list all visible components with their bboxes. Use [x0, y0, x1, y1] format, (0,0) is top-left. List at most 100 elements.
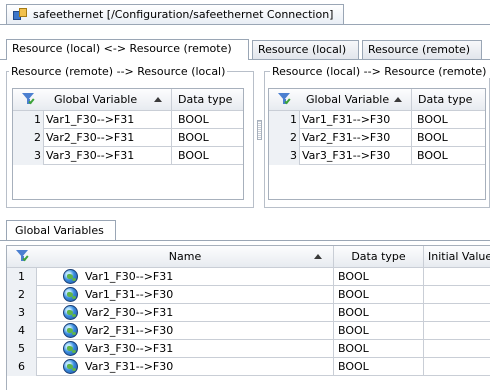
column-header-label: Data type: [178, 93, 233, 106]
row-number: 1: [269, 111, 300, 129]
table-header: Global Variable Data type: [269, 89, 485, 111]
row-initial-value: [423, 340, 490, 358]
row-variable: Var2_F30-->F31: [46, 131, 135, 144]
row-data-type: BOOL: [411, 129, 487, 147]
row-variable: Var3_F31-->F30: [302, 149, 391, 162]
local-to-remote-table: Global Variable Data type 1 Var1_F31-->F…: [268, 88, 486, 200]
row-number: 2: [13, 129, 44, 147]
global-variable-globe-icon: [63, 323, 78, 338]
row-data-type: BOOL: [171, 147, 245, 165]
table-row[interactable]: 2 Var2_F31-->F30 BOOL: [269, 129, 485, 147]
row-name: Var3_F30-->F31: [85, 342, 174, 355]
table-row[interactable]: 4 Var2_F31-->F30 BOOL: [7, 322, 490, 340]
row-variable: Var1_F31-->F30: [302, 113, 391, 126]
tab-resource-remote[interactable]: Resource (remote): [362, 40, 482, 59]
row-number: 2: [269, 129, 300, 147]
column-header-label: Name: [168, 250, 202, 263]
column-header-label: Initial Value: [428, 250, 490, 263]
network-connection-icon: [13, 7, 28, 22]
table-row[interactable]: 2 Var2_F30-->F31 BOOL: [13, 129, 243, 147]
row-name: Var2_F30-->F31: [85, 306, 174, 319]
global-variable-globe-icon: [63, 359, 78, 374]
row-number: 5: [7, 340, 37, 358]
table-row[interactable]: 3 Var3_F31-->F30 BOOL: [269, 147, 485, 165]
sort-ascending-icon[interactable]: [314, 254, 322, 259]
row-initial-value: [423, 286, 490, 304]
row-name: Var1_F30-->F31: [85, 270, 174, 283]
column-header-data-type[interactable]: Data type: [411, 89, 487, 111]
column-header-label: Data type: [418, 93, 473, 106]
filter-funnel-icon[interactable]: [22, 93, 36, 106]
row-number: 1: [13, 111, 44, 129]
row-data-type: BOOL: [333, 358, 423, 376]
row-data-type: BOOL: [171, 111, 245, 129]
row-initial-value: [423, 322, 490, 340]
row-data-type: BOOL: [333, 340, 423, 358]
row-data-type: BOOL: [411, 111, 487, 129]
group-splitter-handle[interactable]: [257, 120, 262, 140]
global-variable-globe-icon: [63, 287, 78, 302]
local-to-remote-group-title: Resource (local) --> Resource (remote): [270, 65, 490, 78]
remote-to-local-table: Global Variable Data type 1 Var1_F30-->F…: [12, 88, 244, 200]
table-row[interactable]: 6 Var3_F31-->F30 BOOL: [7, 358, 490, 376]
column-header-data-type[interactable]: Data type: [171, 89, 245, 111]
row-number: 1: [7, 268, 37, 286]
column-header-data-type[interactable]: Data type: [333, 246, 423, 268]
row-initial-value: [423, 304, 490, 322]
column-header-label: Global Variable: [54, 93, 138, 106]
row-data-type: BOOL: [333, 304, 423, 322]
row-variable: Var2_F31-->F30: [302, 131, 391, 144]
column-header-label: Data type: [351, 250, 406, 263]
row-variable: Var3_F30-->F31: [46, 149, 135, 162]
table-row[interactable]: 2 Var1_F31-->F30 BOOL: [7, 286, 490, 304]
global-variable-globe-icon: [63, 269, 78, 284]
table-row[interactable]: 3 Var3_F30-->F31 BOOL: [13, 147, 243, 165]
row-name: Var1_F31-->F30: [85, 288, 174, 301]
row-number: 2: [7, 286, 37, 304]
filter-funnel-icon[interactable]: [16, 250, 30, 263]
row-number: 4: [7, 322, 37, 340]
filter-funnel-icon[interactable]: [278, 93, 292, 106]
tab-label: Global Variables: [15, 224, 104, 237]
sort-ascending-icon[interactable]: [154, 97, 162, 102]
row-name: Var3_F31-->F30: [85, 360, 174, 373]
document-tab[interactable]: safeethernet [/Configuration/safeetherne…: [6, 4, 344, 24]
table-header: Name Data type Initial Value: [7, 246, 490, 268]
column-header-label: Global Variable: [306, 93, 390, 106]
row-data-type: BOOL: [333, 322, 423, 340]
remote-to-local-group-title: Resource (remote) --> Resource (local): [9, 65, 228, 78]
tab-label: Resource (local) <-> Resource (remote): [12, 42, 232, 55]
row-initial-value: [423, 358, 490, 376]
table-row[interactable]: 1 Var1_F31-->F30 BOOL: [269, 111, 485, 129]
global-variables-tab-divider: [0, 240, 490, 241]
row-data-type: BOOL: [171, 129, 245, 147]
row-number: 6: [7, 358, 37, 376]
row-number: 3: [13, 147, 44, 165]
tab-resource-local-remote[interactable]: Resource (local) <-> Resource (remote): [6, 39, 249, 60]
tab-resource-local[interactable]: Resource (local): [252, 40, 359, 59]
column-header-global-variable[interactable]: Global Variable: [300, 89, 408, 111]
row-data-type: BOOL: [333, 286, 423, 304]
row-data-type: BOOL: [411, 147, 487, 165]
table-row[interactable]: 1 Var1_F30-->F31 BOOL: [13, 111, 243, 129]
global-variable-globe-icon: [63, 341, 78, 356]
global-variables-table: Name Data type Initial Value 1 Var1_F30-…: [6, 245, 490, 390]
tab-global-variables[interactable]: Global Variables: [6, 220, 116, 240]
table-row[interactable]: 1 Var1_F30-->F31 BOOL: [7, 268, 490, 286]
column-header-name[interactable]: Name: [37, 246, 333, 268]
table-row[interactable]: 5 Var3_F30-->F31 BOOL: [7, 340, 490, 358]
tab-label: Resource (local): [258, 43, 347, 56]
tab-label: Resource (remote): [368, 43, 471, 56]
table-header: Global Variable Data type: [13, 89, 243, 111]
document-tab-title: safeethernet [/Configuration/safeetherne…: [33, 8, 334, 21]
row-number: 3: [269, 147, 300, 165]
row-initial-value: [423, 268, 490, 286]
document-tab-divider: [0, 24, 490, 25]
table-row[interactable]: 3 Var2_F30-->F31 BOOL: [7, 304, 490, 322]
row-data-type: BOOL: [333, 268, 423, 286]
row-variable: Var1_F30-->F31: [46, 113, 135, 126]
column-header-global-variable[interactable]: Global Variable: [44, 89, 172, 111]
column-header-initial-value[interactable]: Initial Value: [423, 246, 490, 268]
sort-ascending-icon[interactable]: [394, 97, 402, 102]
row-number: 3: [7, 304, 37, 322]
